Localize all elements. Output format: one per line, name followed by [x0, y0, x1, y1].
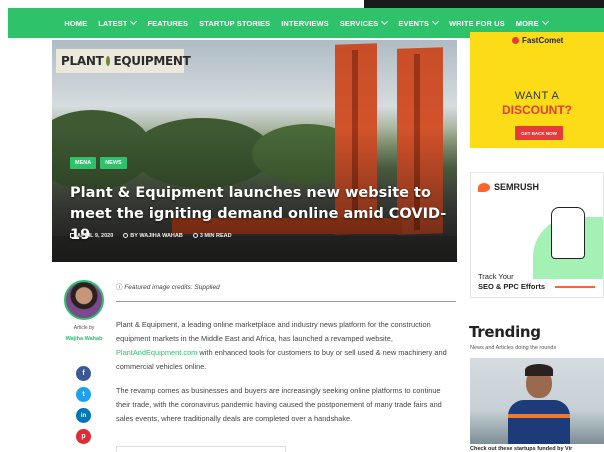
- trending-subtitle: News and Articles doing the rounds: [470, 345, 557, 351]
- nav-item-write-for-us[interactable]: WRITE FOR US: [449, 19, 505, 28]
- ad-line-1: WANT A: [514, 90, 560, 102]
- nav-item-interviews[interactable]: INTERVIEWS: [281, 19, 329, 28]
- trending-caption[interactable]: Check out these startups funded by Vir: [470, 446, 572, 452]
- jersey-stripe: [508, 414, 570, 418]
- logo-text-left: PLANT: [61, 54, 104, 68]
- nav-item-label: EVENTS: [398, 18, 429, 28]
- embedded-box: [116, 446, 286, 452]
- article-meta: APRIL 9, 2020 BY WAJIHA WAHAB 3 MIN READ: [70, 233, 232, 239]
- nav-item-label: HOME: [64, 18, 88, 28]
- ad-line-2: DISCOUNT?: [502, 103, 572, 117]
- nav-item-label: INTERVIEWS: [281, 18, 329, 28]
- semrush-logo: SEMRUSH: [478, 182, 539, 192]
- article-read-time: 3 MIN READ: [192, 233, 232, 239]
- plant-equipment-logo: PLANT EQUIPMENT: [56, 49, 191, 73]
- article-date: APRIL 9, 2020: [70, 233, 113, 239]
- nav-item-label: MORE: [515, 18, 539, 28]
- nav-item-latest[interactable]: LATEST: [98, 17, 138, 28]
- credit-label: Featured image credits:: [124, 284, 193, 291]
- read-time-text: 3 MIN READ: [199, 233, 232, 239]
- nav-item-services[interactable]: SERVICES: [339, 17, 389, 28]
- author-name-link[interactable]: Wajiha Wahab: [54, 336, 114, 342]
- avatar[interactable]: [64, 280, 104, 320]
- nav-item-startup-stories[interactable]: STARTUP STORIES: [199, 19, 270, 28]
- chevron-down-icon: [381, 17, 389, 26]
- facebook-glyph: f: [82, 370, 85, 377]
- credit-value: Supplied: [194, 284, 220, 291]
- calendar-icon: [70, 233, 75, 238]
- info-icon: ⓘ: [116, 284, 123, 291]
- trending-image[interactable]: [470, 358, 604, 444]
- paragraph-text: Plant & Equipment, a leading online mark…: [116, 320, 431, 343]
- player-hair: [525, 364, 553, 376]
- article-paragraph: Plant & Equipment, a leading online mark…: [116, 318, 456, 374]
- article-author[interactable]: BY WAJIHA WAHAB: [123, 233, 183, 239]
- nav-item-home[interactable]: HOME: [64, 19, 87, 28]
- author-text: BY WAJIHA WAHAB: [130, 233, 183, 239]
- badge-news[interactable]: NEWS: [100, 157, 127, 169]
- nav-item-more[interactable]: MORE: [515, 17, 549, 28]
- chevron-down-icon: [431, 17, 440, 26]
- semrush-icon: [478, 182, 490, 192]
- nav-item-label: SERVICES: [339, 18, 379, 28]
- logo-text-right: EQUIPMENT: [113, 54, 191, 68]
- facebook-icon[interactable]: f: [76, 366, 91, 381]
- nav-item-events[interactable]: EVENTS: [398, 17, 440, 28]
- trending-heading: Trending: [469, 323, 541, 341]
- nav-item-label: FEATURES: [147, 18, 189, 28]
- nav-item-label: LATEST: [98, 18, 128, 28]
- ad-line-2: SEO & PPC Efforts: [478, 282, 546, 291]
- nav-item-label: WRITE FOR US: [448, 18, 505, 28]
- chevron-down-icon: [541, 17, 549, 26]
- category-badges: MENA NEWS: [70, 157, 127, 169]
- clock-icon: [192, 233, 198, 238]
- pinterest-glyph: p: [81, 433, 86, 440]
- player-jersey: [508, 400, 570, 444]
- nav-item-features[interactable]: FEATURES: [147, 19, 188, 28]
- person-illustration: [551, 207, 585, 259]
- fastcomet-ad[interactable]: FastComet WANT A DISCOUNT? GET BACK NOW: [470, 32, 604, 148]
- website-link[interactable]: PlantAndEquipment.com: [116, 348, 197, 357]
- article-by-label: Article by: [73, 325, 95, 331]
- top-dark-strip: [364, 0, 604, 8]
- semrush-ad[interactable]: SEMRUSH Track Your SEO & PPC Efforts: [470, 172, 604, 298]
- image-credit: ⓘ Featured image credits: Supplied: [116, 281, 220, 291]
- fastcomet-icon: [512, 37, 519, 44]
- linkedin-icon[interactable]: in: [76, 408, 91, 423]
- twitter-glyph: t: [82, 391, 85, 398]
- nav-item-label: STARTUP STORIES: [199, 18, 271, 28]
- semrush-brand: SEMRUSH: [494, 182, 540, 192]
- twitter-icon[interactable]: t: [76, 387, 91, 402]
- gear-icon: [106, 56, 111, 66]
- hero-image[interactable]: PLANT EQUIPMENT MENA NEWS Plant & Equipm…: [52, 40, 457, 262]
- badge-mena[interactable]: MENA: [70, 157, 97, 169]
- date-text: APRIL 9, 2020: [77, 233, 114, 239]
- arrow-icon: [555, 286, 595, 288]
- ad-line-1: Track Your: [478, 272, 514, 281]
- fastcomet-brand: FastComet: [522, 36, 564, 45]
- credit-divider: [116, 301, 456, 302]
- user-icon: [123, 233, 129, 238]
- linkedin-glyph: in: [80, 412, 87, 419]
- fastcomet-logo: FastComet: [512, 36, 563, 45]
- article-paragraph: The revamp comes as businesses and buyer…: [116, 386, 442, 423]
- chevron-down-icon: [130, 17, 138, 26]
- get-discount-button[interactable]: GET BACK NOW: [515, 126, 563, 140]
- pinterest-icon[interactable]: p: [76, 429, 91, 444]
